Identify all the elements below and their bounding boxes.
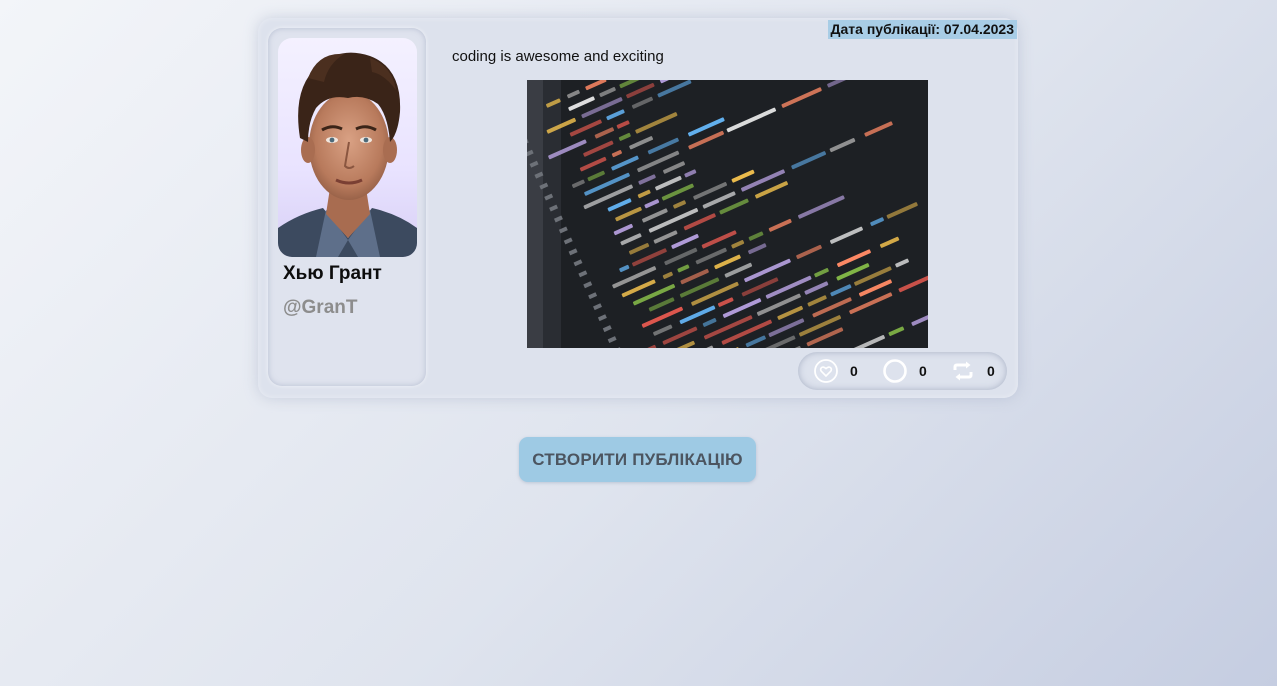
author-name[interactable]: Хью Грант bbox=[283, 263, 382, 285]
comments-count: 0 bbox=[919, 363, 927, 379]
likes-count: 0 bbox=[850, 363, 858, 379]
like-button[interactable]: 0 bbox=[814, 359, 858, 383]
code-screen-photo bbox=[527, 80, 928, 348]
comment-button[interactable]: 0 bbox=[883, 359, 927, 383]
author-handle[interactable]: @GranT bbox=[283, 297, 357, 319]
repost-button[interactable]: 0 bbox=[951, 359, 995, 383]
post-card: Хью Грант @GranT Дата публікації: 07.04.… bbox=[258, 18, 1018, 398]
publication-date: Дата публікації: 07.04.2023 bbox=[827, 20, 1017, 39]
reposts-count: 0 bbox=[987, 363, 995, 379]
post-image[interactable] bbox=[527, 80, 928, 348]
post-text: coding is awesome and exciting bbox=[452, 48, 664, 65]
repost-icon bbox=[953, 361, 973, 381]
create-publication-button[interactable]: СТВОРИТИ ПУБЛІКАЦІЮ bbox=[519, 437, 756, 482]
avatar-portrait-image bbox=[278, 52, 417, 257]
heart-icon bbox=[814, 359, 838, 383]
avatar[interactable] bbox=[278, 38, 417, 257]
comment-icon bbox=[883, 359, 907, 383]
post-actions-bar: 0 0 0 bbox=[798, 352, 1007, 390]
author-profile-panel[interactable]: Хью Грант @GranT bbox=[268, 28, 426, 386]
